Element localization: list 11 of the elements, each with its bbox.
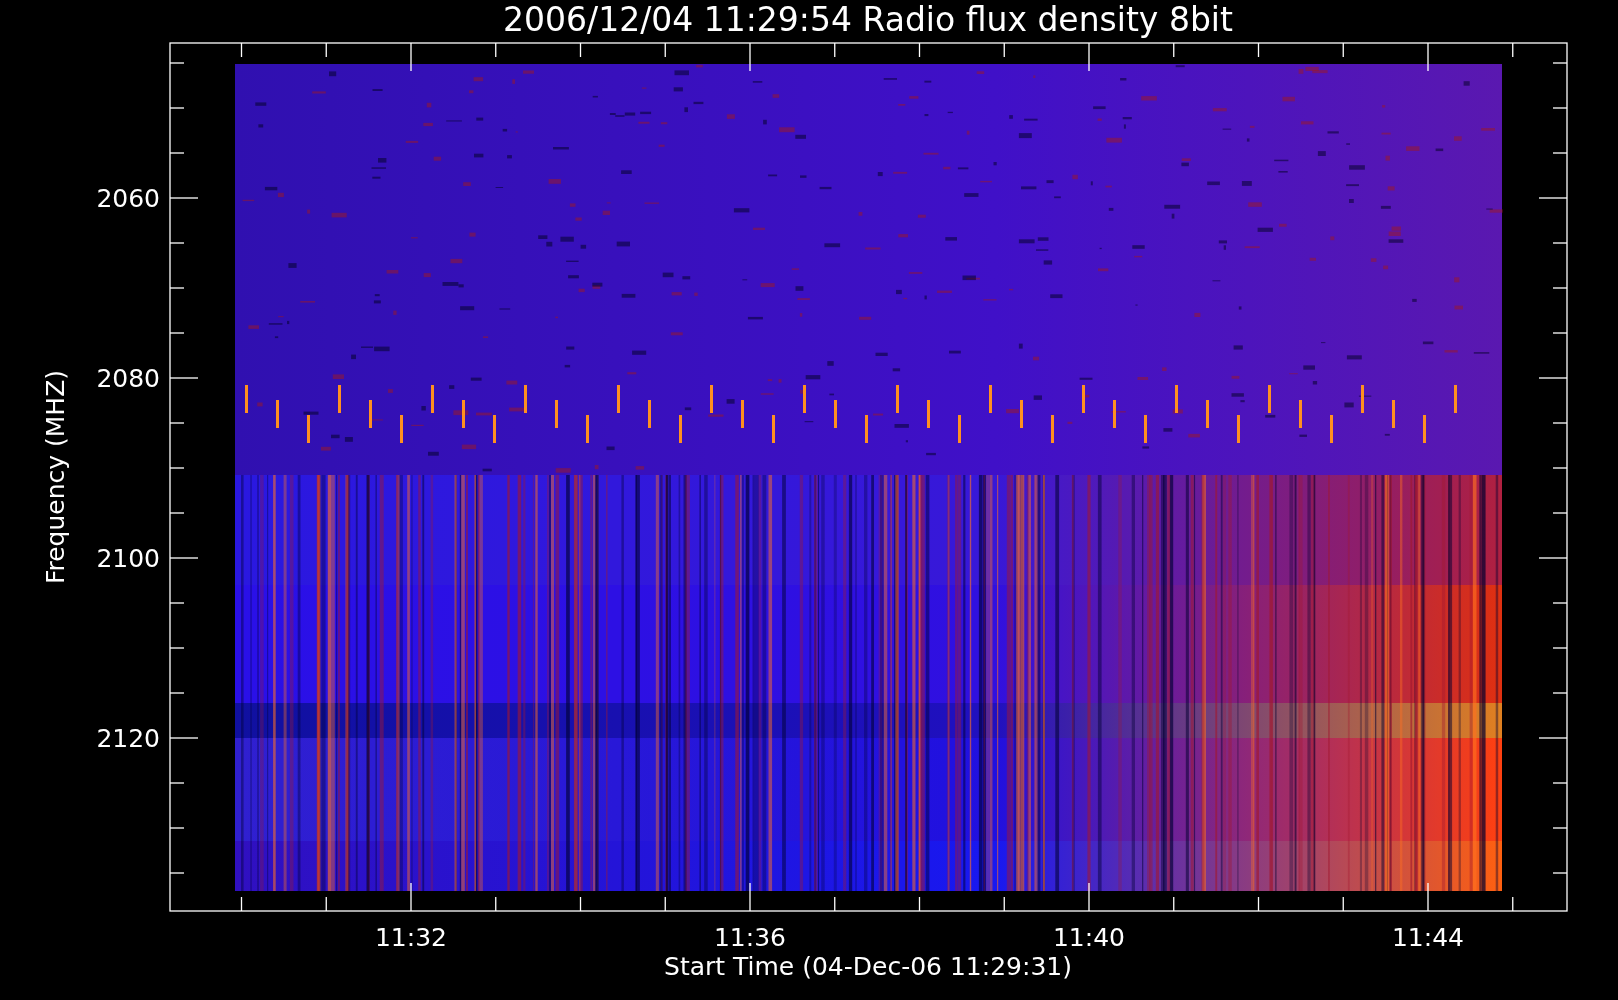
x-tick-label: 11:44	[1392, 923, 1464, 952]
y-tick-label: 2080	[96, 364, 160, 393]
x-tick-label: 11:32	[375, 923, 447, 952]
y-tick-label: 2060	[96, 184, 160, 213]
y-tick-label: 2100	[96, 544, 160, 573]
x-tick-label: 11:40	[1053, 923, 1125, 952]
y-axis-title: Frequency (MHZ)	[41, 369, 70, 585]
x-axis-title: Start Time (04-Dec-06 11:29:31)	[664, 952, 1072, 981]
x-tick-label: 11:36	[714, 923, 786, 952]
chart-title: 2006/12/04 11:29:54 Radio flux density 8bit	[503, 0, 1233, 39]
y-tick-label: 2120	[96, 724, 160, 753]
